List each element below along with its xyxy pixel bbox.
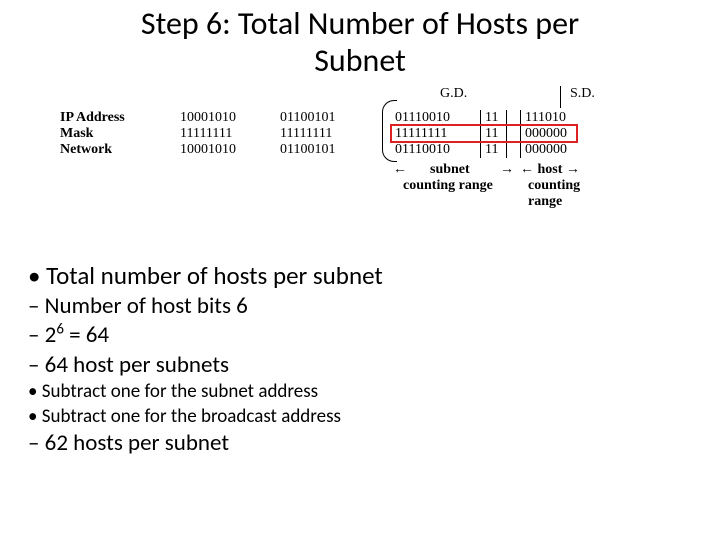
c2r1: 01100101	[280, 110, 335, 126]
title-line-1: Step 6: Total Number of Hosts per	[141, 4, 579, 43]
label-subnet: subnet	[430, 162, 470, 178]
bullet-content: Total number of hosts per subnet Number …	[28, 260, 690, 460]
divider-sd	[560, 86, 561, 108]
c4r3: 11	[485, 142, 498, 158]
rowlabel-network: Network	[60, 142, 112, 158]
ip-diagram: G.D. S.D. IP Address Mask Network 100010…	[60, 86, 680, 236]
hdr-sd: S.D.	[570, 86, 595, 102]
c1r3: 10001010	[180, 142, 236, 158]
label-counting-range: counting range	[403, 178, 493, 194]
c2r2: 11111111	[280, 126, 332, 142]
c2r3: 01100101	[280, 142, 335, 158]
slide-title: Step 6: Total Number of Hosts per Subnet	[0, 0, 720, 80]
c3r3: 01110010	[395, 142, 450, 158]
l2b-pre: 2	[45, 321, 57, 349]
rowlabel-mask: Mask	[60, 126, 93, 142]
bullet-l2a: Number of host bits 6	[28, 292, 690, 321]
l2b-sup: 6	[56, 321, 64, 339]
l2b-post: = 64	[64, 321, 109, 349]
bullet-l2d: 62 hosts per subnet	[28, 429, 690, 458]
label-counting: counting	[528, 178, 580, 194]
arrow-left-subnet: ←	[393, 162, 407, 178]
bullet-l3b: Subtract one for the broadcast address	[28, 405, 690, 429]
c5r3: 000000	[525, 142, 567, 158]
bullet-l1-text: Total number of hosts per subnet	[46, 260, 383, 291]
bullet-l1: Total number of hosts per subnet Number …	[28, 260, 690, 458]
label-host: ← host →	[520, 162, 580, 178]
arrow-right-subnet: →	[500, 162, 514, 178]
label-range: range	[528, 194, 562, 210]
rowlabel-ip: IP Address	[60, 110, 125, 126]
red-highlight-mask	[390, 124, 578, 143]
l2c-text: 64 host per subnets	[45, 351, 229, 379]
c1r2: 11111111	[180, 126, 232, 142]
title-line-2: Subnet	[314, 41, 406, 80]
c1r1: 10001010	[180, 110, 236, 126]
bullet-l3a: Subtract one for the subnet address	[28, 380, 690, 404]
bullet-l2c: 64 host per subnets Subtract one for the…	[28, 351, 690, 429]
hdr-gd: G.D.	[440, 86, 467, 102]
bullet-l2b: 26 = 64	[28, 321, 690, 350]
